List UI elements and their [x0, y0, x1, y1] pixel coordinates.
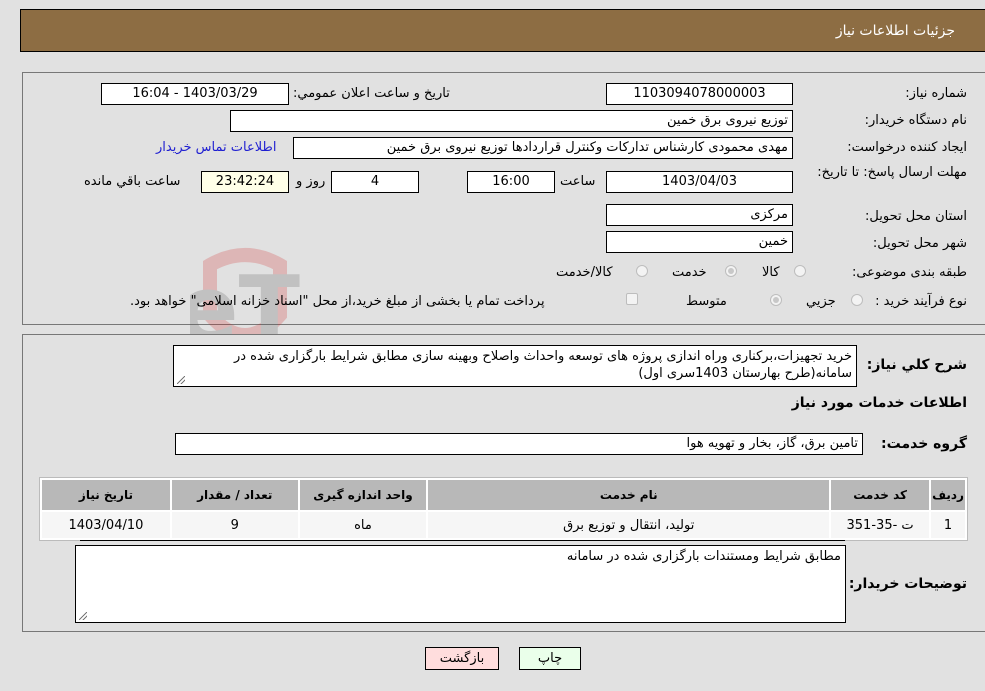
process-option-minor: جزيي [806, 294, 836, 309]
deadline-time-field: 16:00 [467, 171, 555, 193]
col-need-date: تاریخ نیاز [42, 480, 170, 510]
deadline-date-field: 1403/04/03 [606, 171, 793, 193]
days-remaining-field: 4 [331, 171, 419, 193]
category-option-goods-service: کالا/خدمت [556, 265, 613, 280]
announce-datetime-field: 1403/03/29 - 16:04 [101, 83, 289, 105]
cell-service-name: تولید، انتقال و توزیع برق [428, 512, 830, 538]
announce-datetime-label: تاریخ و ساعت اعلان عمومي: [293, 86, 450, 101]
creator-label: ایجاد کننده درخواست: [847, 140, 967, 155]
time-remaining-label: ساعت باقي مانده [84, 174, 181, 189]
services-table: رديف کد خدمت نام خدمت واحد اندازه گیری ت… [39, 477, 968, 541]
process-option-medium: متوسط [686, 294, 727, 309]
buyer-notes-text: مطابق شرایط ومستندات بارگزاری شده در سام… [566, 549, 841, 564]
table-row: 1 ت -35-351 تولید، انتقال و توزیع برق ما… [42, 512, 965, 538]
category-radio-service[interactable] [725, 265, 737, 277]
resize-grip-icon[interactable] [177, 376, 185, 384]
cell-service-code: ت -35-351 [831, 512, 930, 538]
category-label: طبقه بندی موضوعی: [851, 265, 967, 280]
process-radio-medium[interactable] [770, 294, 782, 306]
deadline-label: مهلت ارسال پاسخ: تا تاریخ: [817, 165, 967, 180]
col-unit: واحد اندازه گیری [299, 480, 427, 510]
cell-unit: ماه [299, 512, 427, 538]
table-header-row: رديف کد خدمت نام خدمت واحد اندازه گیری ت… [42, 480, 965, 510]
deadline-time-label: ساعت [560, 174, 596, 189]
service-group-field: تامین برق، گاز، بخار و تهویه هوا [175, 433, 863, 455]
col-row-number: رديف [931, 480, 965, 510]
cell-need-date: 1403/04/10 [42, 512, 170, 538]
buyer-org-field: توزیع نیروی برق خمین [230, 110, 793, 132]
buyer-notes-textarea[interactable]: مطابق شرایط ومستندات بارگزاری شده در سام… [75, 545, 846, 623]
time-remaining-field: 23:42:24 [201, 171, 289, 193]
treasury-checkbox[interactable] [626, 293, 638, 305]
delivery-city-label: شهر محل تحویل: [872, 236, 967, 251]
need-number-field: 1103094078000003 [606, 83, 793, 105]
services-heading: اطلاعات خدمات مورد نياز [791, 395, 967, 411]
cell-quantity: 9 [171, 512, 298, 538]
category-radio-goods[interactable] [794, 265, 806, 277]
col-service-name: نام خدمت [428, 480, 830, 510]
col-quantity: تعداد / مقدار [171, 480, 298, 510]
description-textarea[interactable]: خرید تجهیزات،برکناری وراه اندازی پروژه ه… [173, 345, 857, 387]
buyer-org-label: نام دستگاه خريدار: [864, 113, 967, 128]
buyer-notes-label: توضيحات خريدار: [848, 576, 967, 592]
buyer-contact-link[interactable]: اطلاعات تماس خريدار [156, 140, 276, 155]
need-number-label: شماره نیاز: [905, 86, 967, 101]
service-group-label: گروه خدمت: [881, 436, 967, 452]
category-option-goods: کالا [762, 265, 780, 280]
cell-row-number: 1 [931, 512, 965, 538]
delivery-city-field: خمین [606, 231, 793, 253]
creator-field: مهدی محمودی کارشناس تدارکات وکنترل قرارد… [293, 137, 793, 159]
treasury-checkbox-label: پرداخت تمام یا بخشی از مبلغ خرید،از محل … [130, 294, 545, 309]
back-button[interactable]: بازگشت [425, 647, 499, 670]
page-title: جزئیات اطلاعات نیاز [835, 23, 955, 39]
print-button[interactable]: چاپ [519, 647, 581, 670]
col-service-code: کد خدمت [831, 480, 930, 510]
description-label: شرح كلي نياز: [866, 357, 967, 373]
purchase-process-label: نوع فرآیند خرید : [875, 294, 967, 309]
resize-grip-icon[interactable] [79, 612, 87, 620]
process-radio-minor[interactable] [851, 294, 863, 306]
page-header: جزئیات اطلاعات نیاز [20, 9, 985, 52]
delivery-province-field: مرکزی [606, 204, 793, 226]
delivery-province-label: استان محل تحویل: [865, 209, 967, 224]
category-radio-goods-service[interactable] [636, 265, 648, 277]
category-option-service: خدمت [672, 265, 707, 280]
divider [80, 540, 845, 541]
days-label: روز و [296, 174, 326, 189]
description-text: خرید تجهیزات،برکناری وراه اندازی پروژه ه… [233, 349, 852, 381]
